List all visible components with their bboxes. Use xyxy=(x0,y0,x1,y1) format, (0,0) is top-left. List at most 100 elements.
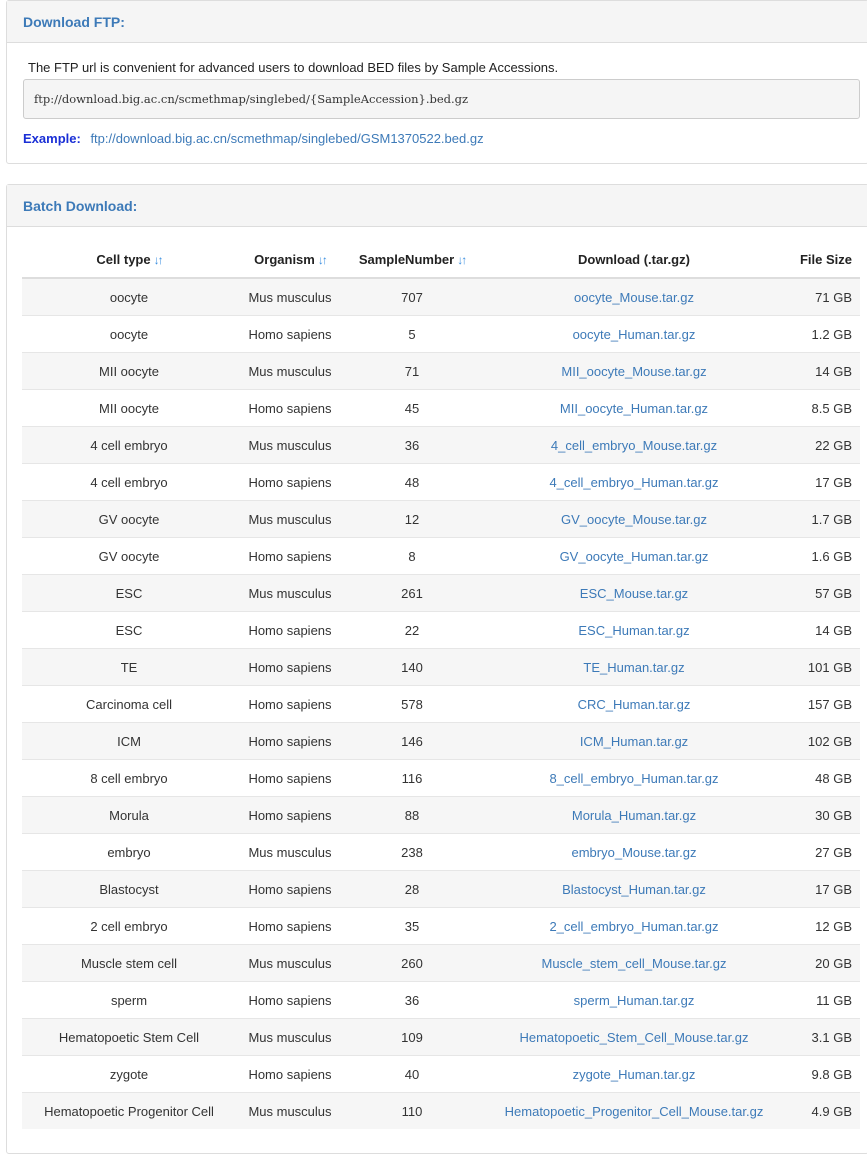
file-size-cell: 14 GB xyxy=(788,611,860,649)
download-cell: 4_cell_embryo_Mouse.tar.gz xyxy=(480,426,788,464)
download-link[interactable]: 8_cell_embryo_Human.tar.gz xyxy=(549,771,718,786)
download-cell: sperm_Human.tar.gz xyxy=(480,981,788,1019)
download-link[interactable]: MII_oocyte_Mouse.tar.gz xyxy=(561,364,706,379)
table-row: Blastocyst Homo sapiens 28 Blastocyst_Human… xyxy=(22,870,860,908)
sort-icon[interactable]: ↓↑ xyxy=(318,253,328,267)
organism-cell: Homo sapiens xyxy=(236,759,344,797)
file-size-cell: 1.7 GB xyxy=(788,500,860,538)
download-link[interactable]: ESC_Human.tar.gz xyxy=(578,623,689,638)
download-link[interactable]: ESC_Mouse.tar.gz xyxy=(580,586,688,601)
table-row: Hematopoetic Stem Cell Mus musculus 109 Hem… xyxy=(22,1018,860,1056)
download-cell: 8_cell_embryo_Human.tar.gz xyxy=(480,759,788,797)
file-size-cell: 27 GB xyxy=(788,833,860,871)
download-cell: CRC_Human.tar.gz xyxy=(480,685,788,723)
download-link[interactable]: Hematopoetic_Progenitor_Cell_Mouse.tar.g… xyxy=(505,1104,764,1119)
table-row: 2 cell embryo Homo sapiens 35 2_cell_embryo… xyxy=(22,907,860,945)
column-header-cell-type[interactable]: Cell type ↓↑ xyxy=(22,241,236,279)
download-cell: Hematopoetic_Stem_Cell_Mouse.tar.gz xyxy=(480,1018,788,1056)
cell-type-cell: TE xyxy=(22,648,236,686)
download-link[interactable]: 4_cell_embryo_Human.tar.gz xyxy=(549,475,718,490)
download-cell: GV_oocyte_Mouse.tar.gz xyxy=(480,500,788,538)
table-row: Carcinoma cell Homo sapiens 578 CRC_Human.t… xyxy=(22,685,860,723)
organism-cell: Mus musculus xyxy=(236,1018,344,1056)
table-row: ICM Homo sapiens 146 ICM_Human.tar.gz 102 GB xyxy=(22,722,860,760)
download-link[interactable]: zygote_Human.tar.gz xyxy=(573,1067,696,1082)
sample-number-cell: 88 xyxy=(344,796,480,834)
cell-type-cell: zygote xyxy=(22,1055,236,1093)
column-label: Organism xyxy=(254,251,315,267)
column-label: Cell type xyxy=(96,251,151,267)
download-cell: 4_cell_embryo_Human.tar.gz xyxy=(480,463,788,501)
download-link[interactable]: oocyte_Human.tar.gz xyxy=(573,327,696,342)
file-size-cell: 20 GB xyxy=(788,944,860,982)
table-row: embryo Mus musculus 238 embryo_Mouse.tar.gz… xyxy=(22,833,860,871)
download-link[interactable]: sperm_Human.tar.gz xyxy=(574,993,695,1008)
download-link[interactable]: GV_oocyte_Human.tar.gz xyxy=(560,549,709,564)
download-link[interactable]: Muscle_stem_cell_Mouse.tar.gz xyxy=(542,956,727,971)
cell-type-cell: 8 cell embryo xyxy=(22,759,236,797)
column-header-sample-number[interactable]: SampleNumber ↓↑ xyxy=(344,241,480,279)
download-link[interactable]: 4_cell_embryo_Mouse.tar.gz xyxy=(551,438,717,453)
example-link[interactable]: ftp://download.big.ac.cn/scmethmap/singl… xyxy=(90,131,483,146)
example-label: Example: xyxy=(23,131,81,146)
organism-cell: Mus musculus xyxy=(236,944,344,982)
download-link[interactable]: Blastocyst_Human.tar.gz xyxy=(562,882,706,897)
sample-number-cell: 238 xyxy=(344,833,480,871)
sample-number-cell: 28 xyxy=(344,870,480,908)
cell-type-cell: GV oocyte xyxy=(22,537,236,575)
download-link[interactable]: Morula_Human.tar.gz xyxy=(572,808,696,823)
sample-number-cell: 146 xyxy=(344,722,480,760)
table-row: TE Homo sapiens 140 TE_Human.tar.gz 101 GB xyxy=(22,648,860,686)
cell-type-cell: 2 cell embryo xyxy=(22,907,236,945)
cell-type-cell: oocyte xyxy=(22,277,236,316)
download-link[interactable]: 2_cell_embryo_Human.tar.gz xyxy=(549,919,718,934)
table-row: Hematopoetic Progenitor Cell Mus musculus… xyxy=(22,1092,860,1129)
download-link[interactable]: Hematopoetic_Stem_Cell_Mouse.tar.gz xyxy=(519,1030,748,1045)
file-size-cell: 30 GB xyxy=(788,796,860,834)
sample-number-cell: 22 xyxy=(344,611,480,649)
file-size-cell: 17 GB xyxy=(788,463,860,501)
cell-type-cell: GV oocyte xyxy=(22,500,236,538)
table-row: 8 cell embryo Homo sapiens 116 8_cell_embry… xyxy=(22,759,860,797)
file-size-cell: 157 GB xyxy=(788,685,860,723)
ftp-panel: Download FTP: The FTP url is convenient … xyxy=(6,0,867,164)
download-link[interactable]: CRC_Human.tar.gz xyxy=(578,697,691,712)
download-cell: 2_cell_embryo_Human.tar.gz xyxy=(480,907,788,945)
download-link[interactable]: GV_oocyte_Mouse.tar.gz xyxy=(561,512,707,527)
cell-type-cell: embryo xyxy=(22,833,236,871)
table-row: ESC Mus musculus 261 ESC_Mouse.tar.gz 57 GB xyxy=(22,574,860,612)
organism-cell: Mus musculus xyxy=(236,574,344,612)
sample-number-cell: 12 xyxy=(344,500,480,538)
sample-number-cell: 36 xyxy=(344,981,480,1019)
table-row: oocyte Homo sapiens 5 oocyte_Human.tar.gz 1.… xyxy=(22,315,860,353)
download-link[interactable]: ICM_Human.tar.gz xyxy=(580,734,688,749)
column-header-organism[interactable]: Organism ↓↑ xyxy=(236,241,344,279)
table-row: MII oocyte Mus musculus 71 MII_oocyte_Mouse… xyxy=(22,352,860,390)
organism-cell: Homo sapiens xyxy=(236,463,344,501)
organism-cell: Homo sapiens xyxy=(236,685,344,723)
table-header-row: Cell type ↓↑ Organism ↓↑ SampleNumber ↓↑ Do… xyxy=(22,241,860,279)
sample-number-cell: 707 xyxy=(344,277,480,316)
sample-number-cell: 5 xyxy=(344,315,480,353)
batch-download-panel: Batch Download: Cell type ↓↑ Organism ↓↑ S… xyxy=(6,184,867,1154)
file-size-cell: 12 GB xyxy=(788,907,860,945)
table-row: oocyte Mus musculus 707 oocyte_Mouse.tar.gz… xyxy=(22,277,860,316)
file-size-cell: 101 GB xyxy=(788,648,860,686)
organism-cell: Homo sapiens xyxy=(236,537,344,575)
organism-cell: Mus musculus xyxy=(236,1092,344,1129)
download-link[interactable]: TE_Human.tar.gz xyxy=(583,660,684,675)
download-cell: oocyte_Human.tar.gz xyxy=(480,315,788,353)
download-link[interactable]: oocyte_Mouse.tar.gz xyxy=(574,290,694,305)
download-link[interactable]: MII_oocyte_Human.tar.gz xyxy=(560,401,708,416)
cell-type-cell: Hematopoetic Progenitor Cell xyxy=(22,1092,236,1129)
download-link[interactable]: embryo_Mouse.tar.gz xyxy=(571,845,696,860)
download-cell: Muscle_stem_cell_Mouse.tar.gz xyxy=(480,944,788,982)
cell-type-cell: MII oocyte xyxy=(22,389,236,427)
download-cell: oocyte_Mouse.tar.gz xyxy=(480,277,788,316)
sort-icon[interactable]: ↓↑ xyxy=(457,253,467,267)
file-size-cell: 3.1 GB xyxy=(788,1018,860,1056)
sort-icon[interactable]: ↓↑ xyxy=(154,253,164,267)
file-size-cell: 4.9 GB xyxy=(788,1092,860,1129)
table-row: GV oocyte Mus musculus 12 GV_oocyte_Mouse.t… xyxy=(22,500,860,538)
ftp-description: The FTP url is convenient for advanced u… xyxy=(28,60,559,75)
